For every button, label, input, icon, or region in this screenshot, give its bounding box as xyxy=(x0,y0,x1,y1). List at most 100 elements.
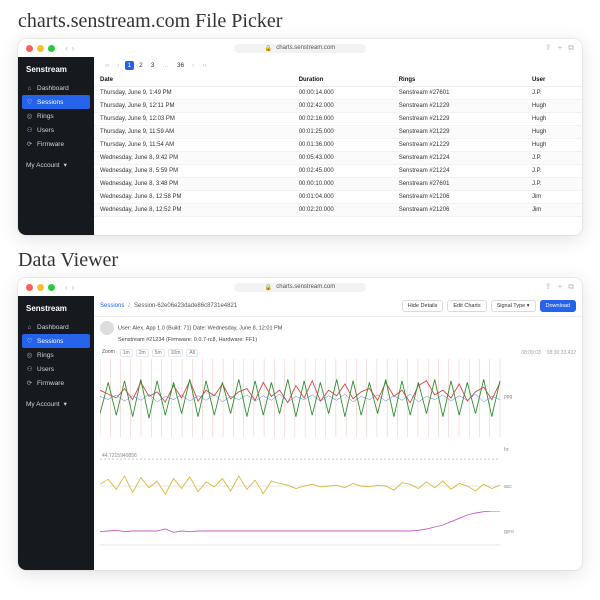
svg-text:ppg: ppg xyxy=(504,394,513,400)
lock-icon: 🔒 xyxy=(265,284,272,291)
sidebar-item-rings[interactable]: ◎Rings xyxy=(18,348,94,362)
page-1[interactable]: 1 xyxy=(125,61,135,70)
sidebar-item-dashboard[interactable]: ⌂Dashboard xyxy=(18,321,94,334)
table-row[interactable]: Wednesday, June 8, 12:58 PM00:01:04.000S… xyxy=(94,191,582,204)
account-menu[interactable]: My Account ▾ xyxy=(18,390,94,408)
page-‹‹[interactable]: ‹‹ xyxy=(102,61,112,70)
back-icon[interactable]: ‹ xyxy=(65,283,68,292)
sidebar-item-sessions[interactable]: ♡Sessions xyxy=(22,334,90,348)
file-picker-window: ‹ › 🔒charts.senstream.com ⇪ + ⧉ Senstream… xyxy=(18,39,582,235)
col-rings[interactable]: Rings xyxy=(393,74,526,87)
zoom-10m[interactable]: 10m xyxy=(168,349,184,357)
page-‹[interactable]: ‹ xyxy=(114,61,122,70)
sidebar: Senstream ⌂Dashboard♡Sessions◎Rings⚇User… xyxy=(18,296,94,570)
browser-titlebar: ‹ › 🔒charts.senstream.com ⇪ + ⧉ xyxy=(18,39,582,57)
caption-file-picker: charts.senstream.com File Picker xyxy=(18,10,582,33)
plus-icon[interactable]: + xyxy=(558,43,563,53)
timestamp-end: 08:30:33.432 xyxy=(547,350,576,356)
chevron-down-icon: ▾ xyxy=(64,400,67,408)
brand: Senstream xyxy=(18,304,94,321)
sidebar-item-firmware[interactable]: ⟳Firmware xyxy=(18,137,94,151)
data-viewer-window: ‹ › 🔒charts.senstream.com ⇪ + ⧉ Senstream… xyxy=(18,278,582,570)
tabs-icon[interactable]: ⧉ xyxy=(568,43,574,53)
breadcrumb-root[interactable]: Sessions xyxy=(100,303,124,309)
sessions-icon: ♡ xyxy=(26,98,33,106)
firmware-icon: ⟳ xyxy=(26,379,33,387)
zoom-Zoom: Zoom xyxy=(100,349,117,357)
table-row[interactable]: Wednesday, June 8, 9:42 PM00:05:43.000Se… xyxy=(94,152,582,165)
table-row[interactable]: Thursday, June 9, 11:54 AM00:01:36.000Se… xyxy=(94,139,582,152)
table-row[interactable]: Thursday, June 9, 1:49 PM00:00:14.000Sen… xyxy=(94,87,582,100)
rings-icon: ◎ xyxy=(26,112,33,120)
browser-titlebar: ‹ › 🔒charts.senstream.com ⇪ + ⧉ xyxy=(18,278,582,296)
forward-icon[interactable]: › xyxy=(72,44,75,53)
sessions-icon: ♡ xyxy=(26,337,33,345)
acc-chart[interactable]: acc xyxy=(100,461,524,511)
share-icon[interactable]: ⇪ xyxy=(545,282,552,292)
hide-details-button[interactable]: Hide Details xyxy=(402,300,444,312)
chart-area[interactable]: ppg 44.7215940856hraccgyro xyxy=(94,359,582,557)
minimize-icon[interactable] xyxy=(37,45,44,52)
url-bar[interactable]: 🔒charts.senstream.com xyxy=(235,44,366,53)
dashboard-icon: ⌂ xyxy=(26,324,33,331)
chevron-down-icon: ▾ xyxy=(527,303,530,309)
users-icon: ⚇ xyxy=(26,365,33,373)
sidebar: Senstream ⌂Dashboard♡Sessions◎Rings⚇User… xyxy=(18,57,94,235)
ppg-chart[interactable]: ppg xyxy=(100,359,524,437)
page-2[interactable]: 2 xyxy=(136,61,146,70)
table-row[interactable]: Wednesday, June 8, 3:48 PM00:00:10.000Se… xyxy=(94,178,582,191)
zoom-1m[interactable]: 1m xyxy=(120,349,133,357)
page-3[interactable]: 3 xyxy=(148,61,158,70)
session-meta: User: Alex, App 1.0 (Build: 71) Date: We… xyxy=(94,317,582,347)
table-row[interactable]: Wednesday, June 8, 12:52 PM00:02:20.000S… xyxy=(94,204,582,217)
hr-chart[interactable]: 44.7215940856hr xyxy=(100,437,524,461)
zoom-bar: Zoom1m2m5m10mAll 08:09:03 08:30:33.432 xyxy=(94,347,582,359)
close-icon[interactable] xyxy=(26,45,33,52)
share-icon[interactable]: ⇪ xyxy=(545,43,552,53)
sidebar-item-rings[interactable]: ◎Rings xyxy=(18,109,94,123)
close-icon[interactable] xyxy=(26,284,33,291)
sidebar-item-users[interactable]: ⚇Users xyxy=(18,362,94,376)
sidebar-item-sessions[interactable]: ♡Sessions xyxy=(22,95,90,109)
table-row[interactable]: Thursday, June 9, 12:11 PM00:02:42.000Se… xyxy=(94,100,582,113)
maximize-icon[interactable] xyxy=(48,284,55,291)
col-duration[interactable]: Duration xyxy=(293,74,393,87)
firmware-icon: ⟳ xyxy=(26,140,33,148)
back-icon[interactable]: ‹ xyxy=(65,44,68,53)
signal-type-dropdown[interactable]: Signal Type ▾ xyxy=(491,300,536,312)
zoom-5m[interactable]: 5m xyxy=(152,349,165,357)
page-36[interactable]: 36 xyxy=(174,61,187,70)
table-row[interactable]: Wednesday, June 8, 5:59 PM00:02:45.000Se… xyxy=(94,165,582,178)
chevron-down-icon: ▾ xyxy=(64,161,67,169)
viewer-content: Sessions / Session-62e06e23dade86c8731e4… xyxy=(94,296,582,570)
plus-icon[interactable]: + xyxy=(558,282,563,292)
zoom-All[interactable]: All xyxy=(186,349,198,357)
page-…: … xyxy=(159,61,172,70)
zoom-2m[interactable]: 2m xyxy=(136,349,149,357)
edit-charts-button[interactable]: Edit Charts xyxy=(447,300,486,312)
brand: Senstream xyxy=(18,65,94,82)
download-button[interactable]: Download xyxy=(540,300,576,312)
minimize-icon[interactable] xyxy=(37,284,44,291)
users-icon: ⚇ xyxy=(26,126,33,134)
sidebar-item-firmware[interactable]: ⟳Firmware xyxy=(18,376,94,390)
col-user[interactable]: User xyxy=(526,74,582,87)
maximize-icon[interactable] xyxy=(48,45,55,52)
page-››[interactable]: ›› xyxy=(199,61,209,70)
tabs-icon[interactable]: ⧉ xyxy=(568,282,574,292)
table-row[interactable]: Thursday, June 9, 11:59 AM00:01:25.000Se… xyxy=(94,126,582,139)
gyro-chart[interactable]: gyro xyxy=(100,511,524,551)
sidebar-item-users[interactable]: ⚇Users xyxy=(18,123,94,137)
col-date[interactable]: Date xyxy=(94,74,293,87)
table-row[interactable]: Thursday, June 9, 12:03 PM00:02:16.000Se… xyxy=(94,113,582,126)
url-bar[interactable]: 🔒charts.senstream.com xyxy=(235,283,366,292)
svg-text:44.7215940856: 44.7215940856 xyxy=(102,453,137,459)
page-›[interactable]: › xyxy=(189,61,197,70)
sidebar-item-dashboard[interactable]: ⌂Dashboard xyxy=(18,82,94,95)
avatar xyxy=(100,321,114,335)
window-controls[interactable] xyxy=(26,45,55,52)
breadcrumb-session: Session-62e06e23dade86c8731e4821 xyxy=(134,303,237,309)
forward-icon[interactable]: › xyxy=(72,283,75,292)
account-menu[interactable]: My Account ▾ xyxy=(18,151,94,169)
window-controls[interactable] xyxy=(26,284,55,291)
